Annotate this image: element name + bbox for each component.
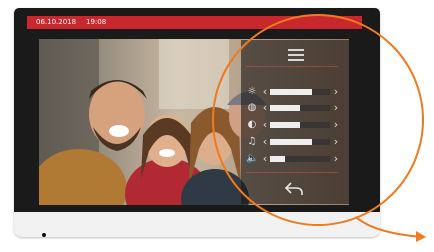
microphone-dot <box>42 233 46 237</box>
pointer-arrow-icon <box>352 215 434 245</box>
status-date: 06.10.2018 <box>36 18 77 26</box>
status-time: 19:08 <box>86 18 107 26</box>
highlight-circle <box>212 14 424 226</box>
